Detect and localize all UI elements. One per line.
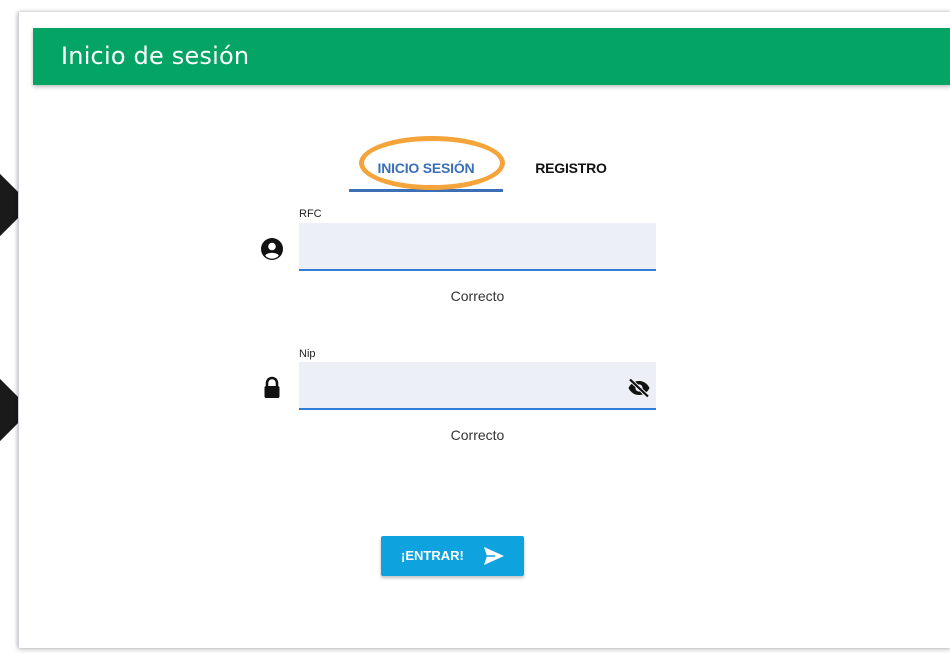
user-circle-icon xyxy=(261,238,283,260)
tab-inicio-sesion[interactable]: INICIO SESIÓN xyxy=(349,148,503,192)
tab-label: REGISTRO xyxy=(535,160,607,176)
nip-label: Nip xyxy=(299,348,316,360)
nip-input[interactable] xyxy=(299,362,656,410)
rfc-label: RFC xyxy=(299,208,322,220)
tab-label: INICIO SESIÓN xyxy=(377,160,475,176)
lock-icon xyxy=(264,376,280,398)
eye-slash-icon[interactable] xyxy=(627,376,651,400)
tab-registro[interactable]: REGISTRO xyxy=(516,148,626,192)
enter-button[interactable]: ¡ENTRAR! xyxy=(381,536,524,576)
login-card: Inicio de sesión INICIO SESIÓN REGISTRO … xyxy=(18,12,950,648)
rfc-input[interactable] xyxy=(299,223,656,271)
enter-button-label: ¡ENTRAR! xyxy=(401,548,464,563)
send-icon xyxy=(484,547,504,565)
page-title: Inicio de sesión xyxy=(61,42,250,70)
nip-help-text: Correcto xyxy=(450,427,505,443)
active-tab-indicator xyxy=(349,189,503,192)
rfc-help-text: Correcto xyxy=(450,288,505,304)
card-header: Inicio de sesión xyxy=(33,28,950,85)
